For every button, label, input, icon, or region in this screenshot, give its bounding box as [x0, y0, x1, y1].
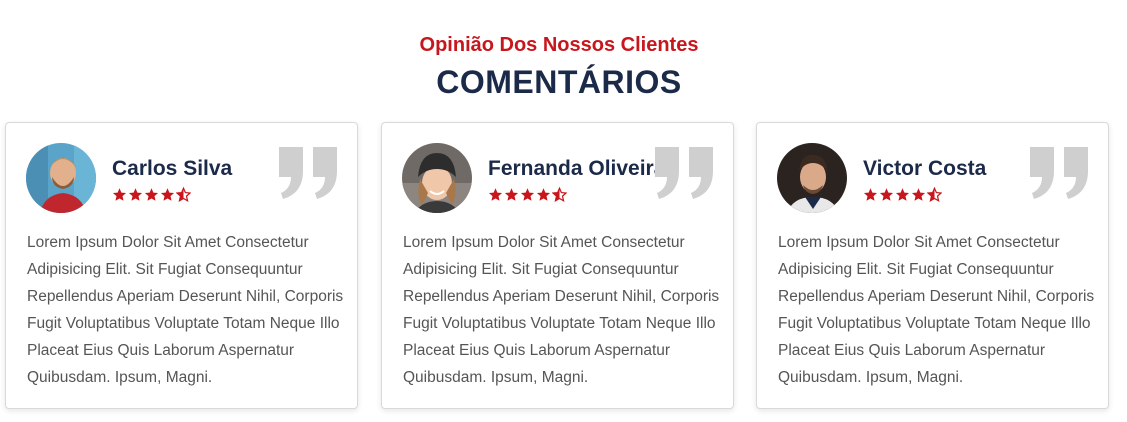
star-half-icon: [552, 187, 567, 202]
star-rating: [863, 187, 942, 203]
testimonial-card: Carlos Silva Lorem Ipsum Dolor Sit Amet …: [5, 122, 358, 409]
star-full-icon: [128, 188, 143, 201]
avatar-photo-icon: [402, 143, 472, 213]
section-subtitle: Opinião Dos Nossos Clientes: [419, 34, 699, 56]
star-full-icon: [160, 188, 175, 201]
avatar-photo-icon: [777, 143, 847, 213]
star-full-icon: [863, 188, 878, 201]
star-half-icon: [176, 187, 191, 202]
avatar: [26, 143, 96, 213]
avatar: [777, 143, 847, 213]
star-full-icon: [879, 188, 894, 201]
star-rating: [488, 187, 567, 203]
customer-name: Carlos Silva: [112, 157, 233, 180]
quote-icon: [279, 147, 337, 199]
testimonial-card: Fernanda Oliveira Lorem Ipsum Dolor Sit …: [381, 122, 734, 409]
star-full-icon: [520, 188, 535, 201]
star-full-icon: [895, 188, 910, 201]
star-full-icon: [112, 188, 127, 201]
customer-name: Fernanda Oliveira: [488, 157, 666, 180]
testimonial-card: Victor Costa Lorem Ipsum Dolor Sit Amet …: [756, 122, 1109, 409]
star-rating: [112, 187, 191, 203]
star-half-icon: [927, 187, 942, 202]
star-full-icon: [504, 188, 519, 201]
quote-icon: [1030, 147, 1088, 199]
star-full-icon: [536, 188, 551, 201]
star-full-icon: [911, 188, 926, 201]
avatar-photo-icon: [26, 143, 96, 213]
testimonial-text: Lorem Ipsum Dolor Sit Amet Consectetur A…: [27, 234, 344, 386]
customer-name: Victor Costa: [863, 157, 987, 180]
star-full-icon: [144, 188, 159, 201]
section-title: COMENTÁRIOS: [436, 64, 682, 100]
testimonial-text: Lorem Ipsum Dolor Sit Amet Consectetur A…: [403, 234, 720, 386]
avatar: [402, 143, 472, 213]
testimonial-text: Lorem Ipsum Dolor Sit Amet Consectetur A…: [778, 234, 1095, 386]
star-full-icon: [488, 188, 503, 201]
testimonials-section: Opinião Dos Nossos Clientes COMENTÁRIOS …: [0, 0, 1127, 422]
quote-icon: [655, 147, 713, 199]
